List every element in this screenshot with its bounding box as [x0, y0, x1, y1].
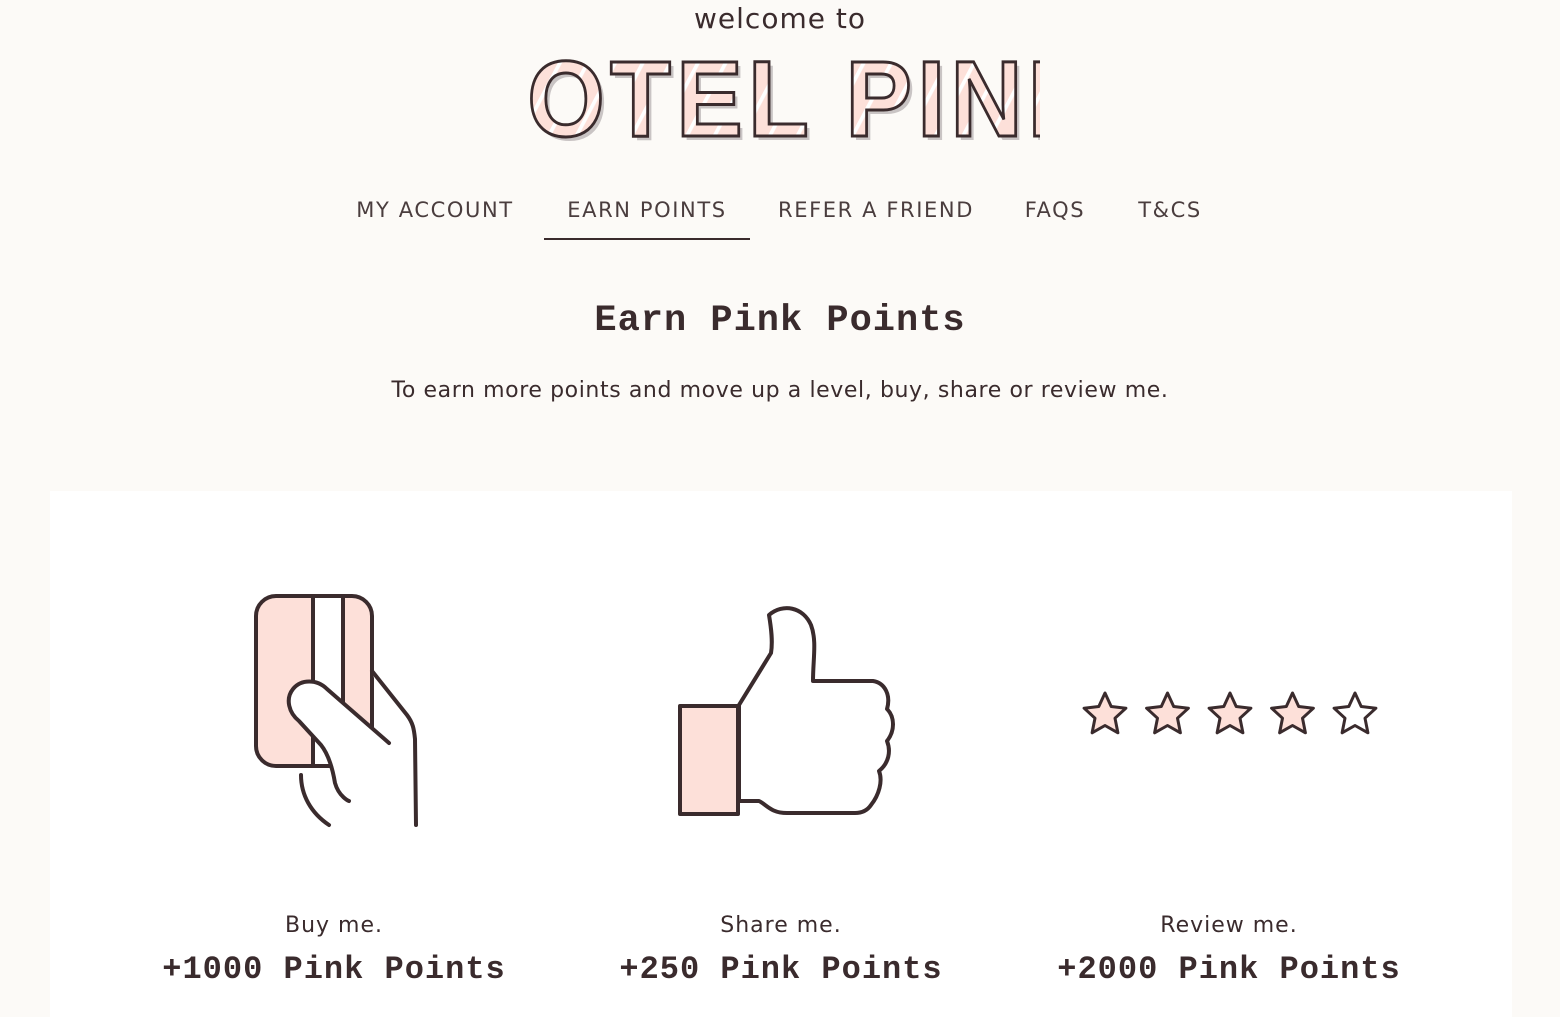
star-filled-icon [1270, 691, 1315, 735]
star-rating-icon [1081, 689, 1381, 739]
nav-tcs[interactable]: T&CS [1128, 192, 1212, 240]
main-nav: MY ACCOUNT EARN POINTS REFER A FRIEND FA… [0, 192, 1560, 242]
nav-earn-points[interactable]: EARN POINTS [544, 192, 750, 240]
star-filled-icon [1207, 691, 1253, 735]
star-empty-icon [1332, 691, 1378, 735]
page-subtitle: To earn more points and move up a level,… [391, 378, 1169, 403]
nav-my-account[interactable]: MY ACCOUNT [344, 192, 526, 240]
earn-tile-label: Buy me. [284, 913, 383, 938]
hotel-pink-logo: HOTEL PINK HOTEL PINK [520, 44, 1040, 148]
page-title: Earn Pink Points [594, 300, 966, 342]
nav-refer-a-friend[interactable]: REFER A FRIEND [768, 192, 984, 240]
earn-tile-buy: Buy me. +1000 Pink Points [104, 491, 564, 1017]
earn-tile-points: +2000 Pink Points [1057, 951, 1401, 988]
star-filled-icon [1145, 691, 1190, 735]
earn-tile-points: +1000 Pink Points [162, 951, 506, 988]
earn-tile-label: Review me. [1160, 913, 1298, 938]
welcome-text: welcome to [694, 2, 866, 35]
earn-tile-share: Share me. +250 Pink Points [551, 491, 1011, 1017]
earn-tile-label: Share me. [720, 913, 842, 938]
earn-tile-points: +250 Pink Points [619, 951, 943, 988]
earn-tile-review: Review me. +2000 Pink Points [999, 491, 1459, 1017]
hand-holding-card-icon [254, 594, 418, 827]
nav-faqs[interactable]: FAQS [1012, 192, 1098, 240]
logo-text: HOTEL PINK [520, 44, 1040, 148]
star-filled-icon [1082, 691, 1128, 735]
thumbs-up-icon [678, 606, 895, 816]
earn-options-card: Buy me. +1000 Pink Points Share me. +250… [50, 491, 1512, 1017]
